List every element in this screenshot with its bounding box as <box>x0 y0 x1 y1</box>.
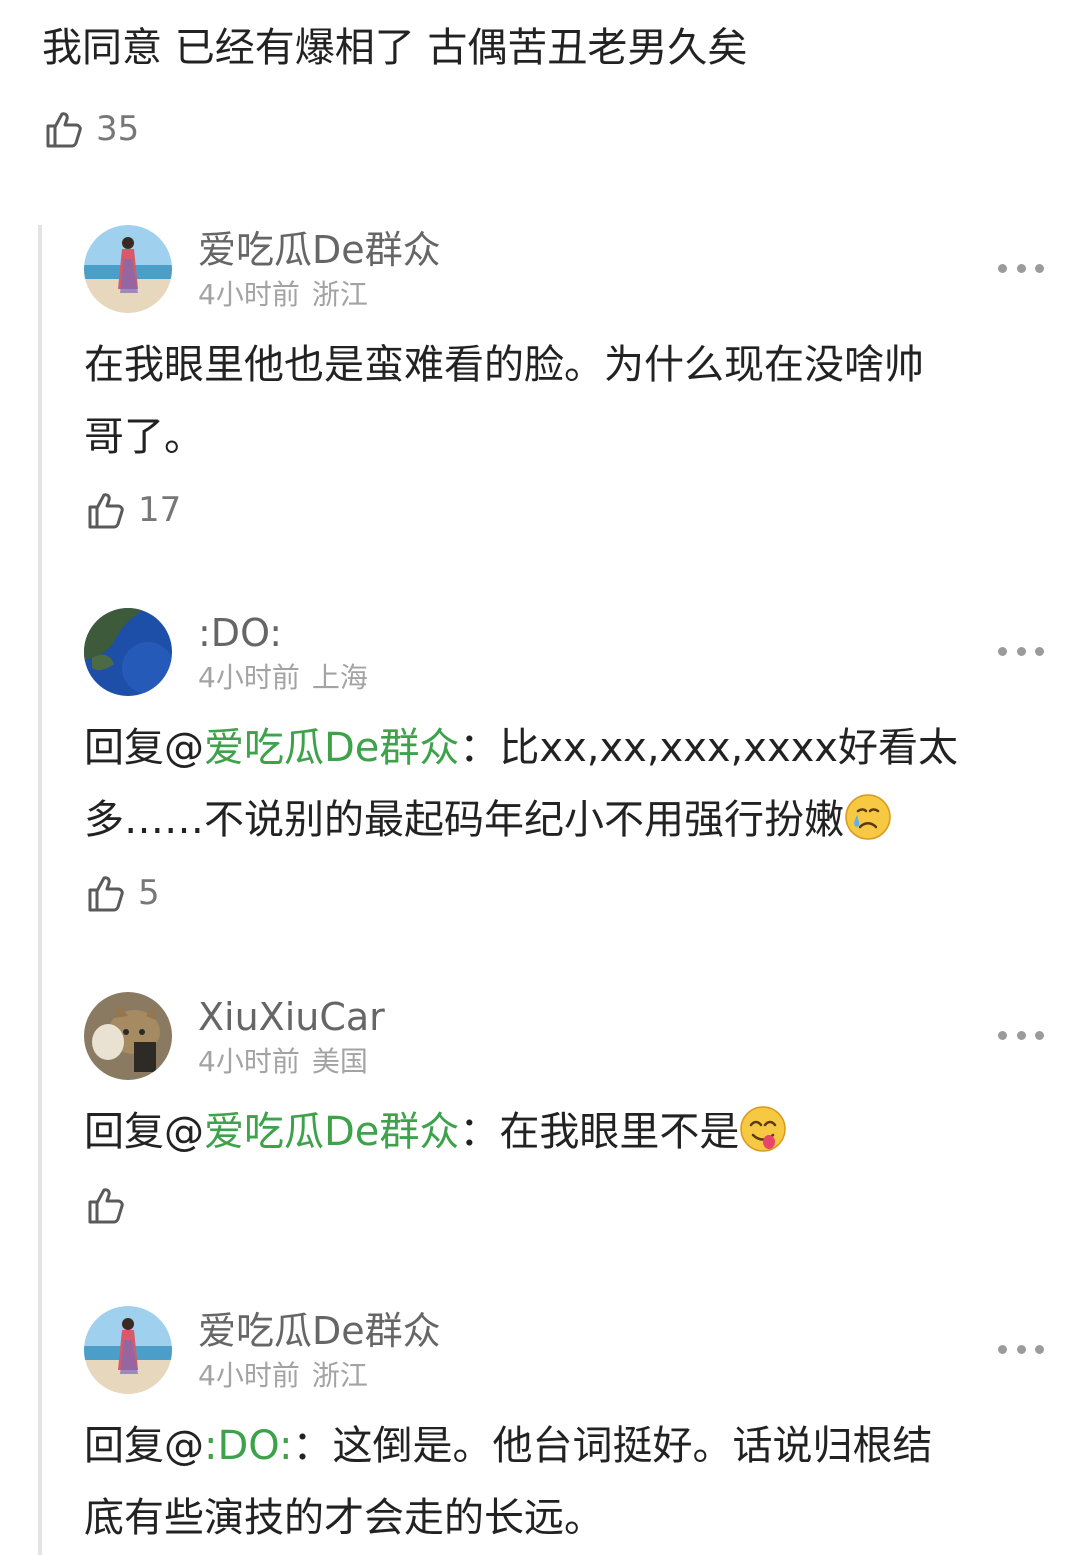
thread-line <box>38 225 42 1555</box>
timestamp: 4小时前 <box>198 278 300 311</box>
comment-meta: 4小时前 浙江 <box>198 1358 368 1394</box>
reply-text: 在我眼里他也是蛮难看的脸。为什么现在没啥帅 哥了。 <box>84 342 924 460</box>
like-count: 17 <box>138 490 182 530</box>
mention-link[interactable]: 爱吃瓜De群众 <box>204 1109 459 1155</box>
comment-meta: 4小时前 浙江 <box>198 277 368 313</box>
reply-item: XiuXiuCar 4小时前 美国 回复@爱吃瓜De群众：在我眼里不是 <box>84 992 1044 1230</box>
like-button[interactable]: 5 <box>84 868 1044 918</box>
location: 浙江 <box>311 1359 368 1392</box>
thumbs-up-icon <box>88 876 124 912</box>
woman-on-beach-avatar[interactable] <box>84 225 172 313</box>
username[interactable]: 爱吃瓜De群众 <box>198 1306 441 1356</box>
location: 美国 <box>311 1045 368 1078</box>
timestamp: 4小时前 <box>198 661 300 694</box>
more-options-icon[interactable] <box>998 636 1044 666</box>
reply-item: 爱吃瓜De群众 4小时前 浙江 在我眼里他也是蛮难看的脸。为什么现在没啥帅 哥了。… <box>84 225 1044 535</box>
crying-face-emoji <box>845 794 891 840</box>
more-options-icon[interactable] <box>998 1334 1044 1364</box>
comment-meta: 4小时前 上海 <box>198 660 368 696</box>
reply-text: 回复@爱吃瓜De群众：比xx,xx,xxx,xxxx好看太 多……不说别的最起码… <box>84 725 958 843</box>
like-button[interactable]: 17 <box>84 485 1044 535</box>
reply-item: :DO: 4小时前 上海 回复@爱吃瓜De群众：比xx,xx,xxx,xxxx好看… <box>84 608 1044 918</box>
reply-text: 回复@爱吃瓜De群众：在我眼里不是 <box>84 1096 1014 1168</box>
timestamp: 4小时前 <box>198 1045 300 1078</box>
username[interactable]: :DO: <box>198 608 282 658</box>
location: 浙江 <box>311 278 368 311</box>
top-comment: 我同意 已经有爆相了 古偶苦丑老男久矣 <box>42 20 1042 76</box>
thumbs-up-icon <box>88 1188 124 1224</box>
earth-map-avatar[interactable] <box>84 608 172 696</box>
more-options-icon[interactable] <box>998 1020 1044 1050</box>
thumbs-up-icon <box>88 493 124 529</box>
username[interactable]: XiuXiuCar <box>198 992 385 1042</box>
woman-on-beach-avatar[interactable] <box>84 1306 172 1394</box>
yum-face-emoji <box>740 1106 787 1152</box>
top-comment-like-button[interactable]: 35 <box>42 104 139 154</box>
mention-link[interactable]: 爱吃瓜De群众 <box>204 725 459 771</box>
cat-avatar[interactable] <box>84 992 172 1080</box>
location: 上海 <box>311 661 368 694</box>
more-options-icon[interactable] <box>998 253 1044 283</box>
reply-item: 爱吃瓜De群众 4小时前 浙江 回复@:DO:：这倒是。他台词挺好。话说归根结 底… <box>84 1306 1044 1554</box>
like-count: 35 <box>96 109 140 149</box>
comment-meta: 4小时前 美国 <box>198 1044 368 1080</box>
username[interactable]: 爱吃瓜De群众 <box>198 225 441 275</box>
reply-text: 回复@:DO:：这倒是。他台词挺好。话说归根结 底有些演技的才会走的长远。 <box>84 1423 933 1541</box>
timestamp: 4小时前 <box>198 1359 300 1392</box>
top-comment-text: 我同意 已经有爆相了 古偶苦丑老男久矣 <box>42 25 748 71</box>
like-count: 5 <box>138 873 160 913</box>
thumbs-up-icon <box>46 112 82 148</box>
mention-link[interactable]: :DO: <box>204 1423 293 1469</box>
like-button[interactable] <box>84 1180 1044 1230</box>
